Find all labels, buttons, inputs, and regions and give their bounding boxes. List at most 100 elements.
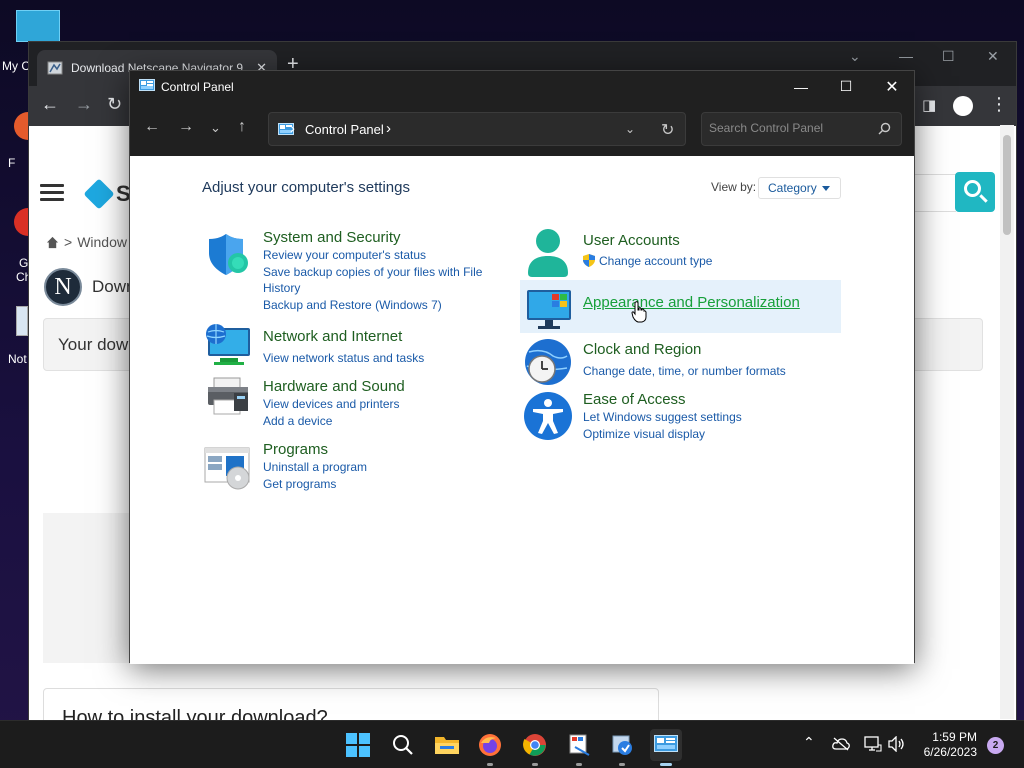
cp-minimize-button[interactable]: — bbox=[778, 71, 824, 102]
network-icon[interactable] bbox=[864, 736, 882, 752]
taskbar-file-explorer[interactable] bbox=[431, 729, 463, 761]
breadcrumb-separator: > bbox=[64, 234, 73, 250]
ease-of-access-icon[interactable] bbox=[523, 391, 573, 441]
category-title-ease-of-access[interactable]: Ease of Access bbox=[583, 391, 742, 409]
link-backup-restore[interactable]: Backup and Restore (Windows 7) bbox=[263, 297, 482, 314]
appearance-personalization-icon[interactable] bbox=[526, 288, 572, 330]
site-menu-icon[interactable] bbox=[40, 184, 64, 202]
search-icon[interactable] bbox=[878, 122, 891, 135]
address-dropdown-icon[interactable]: ⌄ bbox=[625, 122, 635, 136]
tab-search-icon[interactable]: ⌄ bbox=[849, 48, 861, 65]
cp-search-box[interactable] bbox=[701, 112, 902, 146]
cp-search-input[interactable] bbox=[709, 121, 869, 135]
desktop-icon-firefox[interactable] bbox=[14, 112, 28, 140]
category-title-clock-region[interactable]: Clock and Region bbox=[583, 341, 786, 359]
browser-maximize-button[interactable]: ☐ bbox=[942, 48, 955, 65]
taskbar-running-indicator bbox=[532, 763, 538, 766]
taskbar-clock[interactable]: 1:59 PM 6/26/2023 bbox=[919, 730, 977, 760]
link-review-status[interactable]: Review your computer's status bbox=[263, 247, 482, 264]
volume-icon[interactable] bbox=[888, 736, 906, 752]
link-change-account-type[interactable]: Change account type bbox=[599, 254, 712, 268]
link-windows-suggest[interactable]: Let Windows suggest settings bbox=[583, 409, 742, 426]
taskbar-chrome[interactable] bbox=[519, 729, 551, 766]
category-title-appearance-personalization[interactable]: Appearance and Personalization bbox=[583, 294, 800, 312]
control-panel-icon bbox=[654, 735, 678, 752]
breadcrumb-item[interactable]: Window bbox=[77, 234, 127, 250]
desktop-icon-notepad[interactable] bbox=[16, 306, 28, 336]
onedrive-offline-icon[interactable] bbox=[832, 737, 850, 751]
link-get-programs[interactable]: Get programs bbox=[263, 476, 367, 493]
link-view-devices[interactable]: View devices and printers bbox=[263, 396, 405, 413]
category-title-programs[interactable]: Programs bbox=[263, 441, 367, 459]
home-icon[interactable] bbox=[46, 236, 59, 249]
notification-badge[interactable]: 2 bbox=[987, 737, 1004, 754]
cp-forward-icon[interactable]: → bbox=[178, 118, 194, 136]
tray-overflow-chevron-icon[interactable]: ⌃ bbox=[803, 734, 815, 751]
link-uninstall-program[interactable]: Uninstall a program bbox=[263, 459, 367, 476]
category-title-network-internet[interactable]: Network and Internet bbox=[263, 328, 424, 346]
cp-back-icon[interactable]: ← bbox=[144, 118, 160, 136]
category-title-user-accounts[interactable]: User Accounts bbox=[583, 232, 712, 250]
start-button[interactable] bbox=[342, 729, 374, 761]
taskbar-search-button[interactable] bbox=[387, 729, 419, 761]
browser-menu-icon[interactable]: ⋮ bbox=[990, 94, 1008, 115]
link-network-status[interactable]: View network status and tasks bbox=[263, 350, 424, 367]
cp-recent-locations-icon[interactable]: ⌄ bbox=[210, 120, 221, 136]
link-change-date-time[interactable]: Change date, time, or number formats bbox=[583, 363, 786, 380]
chrome-icon bbox=[14, 208, 28, 236]
view-by-label: View by: bbox=[711, 180, 757, 194]
desktop-icon-my-computer[interactable] bbox=[16, 10, 60, 42]
forward-arrow-icon[interactable]: → bbox=[75, 94, 93, 115]
firefox-icon bbox=[479, 734, 501, 756]
netscape-logo-icon: N bbox=[44, 268, 82, 306]
category-appearance-personalization: Appearance and Personalization bbox=[583, 294, 800, 312]
cp-address-path[interactable]: Control Panel bbox=[305, 122, 384, 137]
firefox-icon bbox=[14, 112, 28, 140]
reload-icon[interactable]: ↻ bbox=[107, 94, 122, 115]
link-optimize-visual[interactable]: Optimize visual display bbox=[583, 426, 742, 443]
notepad-icon bbox=[16, 306, 28, 336]
link-save-backup[interactable]: Save backup copies of your files with Fi… bbox=[263, 264, 482, 281]
taskbar-snipping-tool[interactable] bbox=[563, 729, 595, 766]
cp-window-title: Control Panel bbox=[161, 80, 234, 94]
cp-address-bar[interactable]: › Control Panel › ⌄ ↻ bbox=[268, 112, 686, 146]
cp-title-bar[interactable]: Control Panel — ☐ ✕ bbox=[130, 71, 914, 102]
category-title-system-security[interactable]: System and Security bbox=[263, 229, 482, 247]
category-title-hardware-sound[interactable]: Hardware and Sound bbox=[263, 378, 405, 396]
back-arrow-icon[interactable]: ← bbox=[41, 94, 59, 115]
browser-minimize-button[interactable]: — bbox=[899, 48, 913, 64]
windows-logo-icon bbox=[346, 733, 370, 757]
clock-region-icon[interactable] bbox=[523, 338, 573, 388]
cp-close-button[interactable]: ✕ bbox=[869, 71, 915, 102]
side-panel-icon[interactable]: ◨ bbox=[922, 96, 936, 114]
link-save-backup-cont[interactable]: History bbox=[263, 280, 482, 297]
cp-maximize-button[interactable]: ☐ bbox=[823, 71, 869, 102]
site-search-button[interactable] bbox=[955, 172, 995, 212]
desktop-icon-chrome[interactable] bbox=[14, 208, 28, 236]
hardware-printer-icon[interactable] bbox=[204, 376, 252, 420]
taskbar-firefox[interactable] bbox=[474, 729, 506, 766]
taskbar-control-panel[interactable] bbox=[650, 729, 682, 766]
browser-scrollbar-thumb[interactable] bbox=[1003, 135, 1011, 235]
address-separator-icon-2[interactable]: › bbox=[386, 120, 391, 137]
category-system-security: System and Security Review your computer… bbox=[263, 229, 482, 313]
site-search-input[interactable] bbox=[914, 174, 956, 212]
view-by-dropdown[interactable]: Category bbox=[758, 177, 841, 199]
user-accounts-icon[interactable] bbox=[526, 229, 570, 279]
category-programs: Programs Uninstall a program Get program… bbox=[263, 441, 367, 492]
cp-up-icon[interactable]: ↑ bbox=[238, 118, 246, 136]
desktop-label-my-computer: My C bbox=[2, 59, 30, 73]
taskbar-app-installer[interactable] bbox=[606, 729, 638, 766]
browser-scrollbar[interactable] bbox=[1000, 125, 1014, 719]
taskbar-running-indicator bbox=[576, 763, 582, 766]
folder-icon bbox=[435, 737, 459, 754]
browser-close-button[interactable]: ✕ bbox=[987, 48, 999, 65]
taskbar-active-indicator bbox=[660, 763, 672, 766]
network-globe-monitor-icon[interactable] bbox=[204, 323, 252, 367]
link-add-device[interactable]: Add a device bbox=[263, 413, 405, 430]
control-panel-app-icon bbox=[139, 79, 155, 91]
cp-refresh-icon[interactable]: ↻ bbox=[661, 120, 674, 140]
profile-icon[interactable] bbox=[953, 96, 973, 116]
system-security-shield-icon[interactable] bbox=[206, 233, 250, 277]
programs-icon[interactable] bbox=[204, 446, 252, 490]
